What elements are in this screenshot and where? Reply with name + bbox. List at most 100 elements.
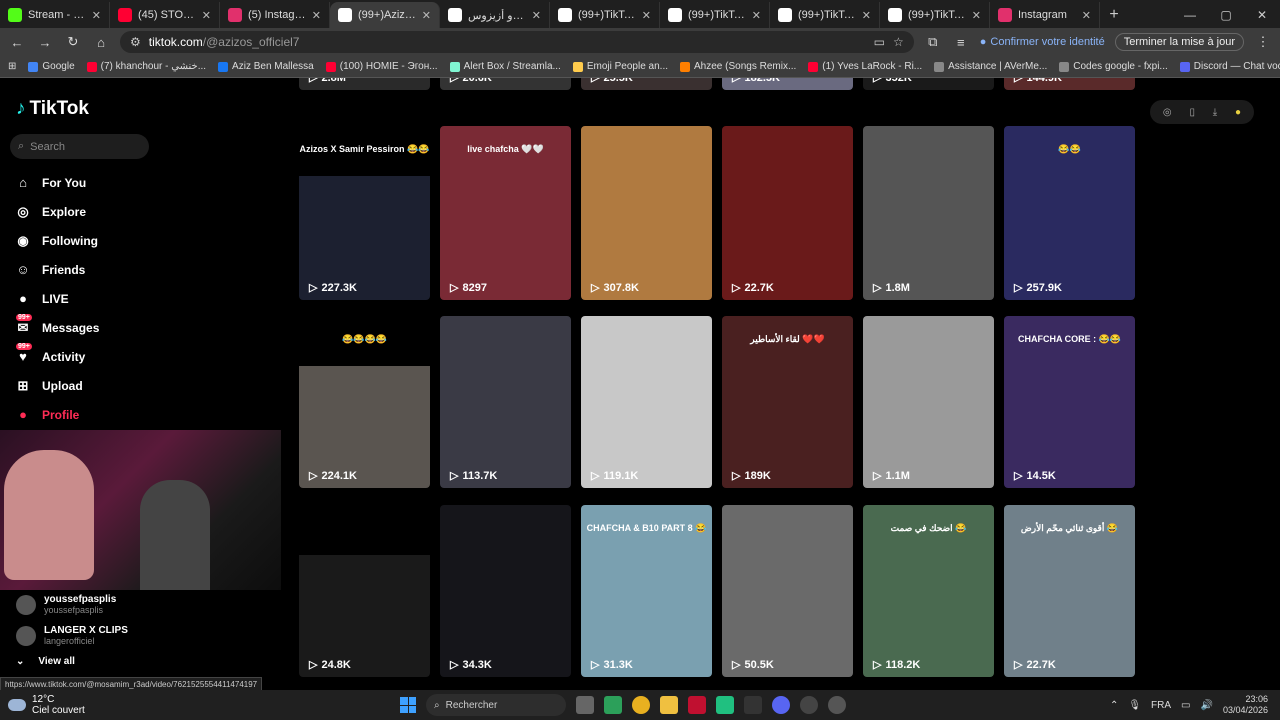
- video-card[interactable]: ▷352K: [863, 78, 994, 90]
- cast-icon[interactable]: ▭: [874, 35, 885, 49]
- sidebar-item-friends[interactable]: ☺ Friends: [14, 255, 99, 284]
- close-tab-icon[interactable]: ✕: [752, 9, 761, 22]
- sidebar-item-messages[interactable]: ✉ 99+ Messages: [14, 313, 99, 342]
- download-icon[interactable]: ⤓: [1213, 107, 1217, 118]
- video-card[interactable]: Kickcazixos_chafchaa▷25.5K: [581, 78, 712, 90]
- bookmark-item[interactable]: Ahzee (Songs Remix...: [680, 61, 796, 72]
- close-tab-icon[interactable]: ✕: [532, 9, 541, 22]
- obs-icon[interactable]: [800, 696, 818, 714]
- sidebar-item-following[interactable]: ◉ Following: [14, 226, 99, 255]
- close-tab-icon[interactable]: ✕: [972, 9, 981, 22]
- video-card[interactable]: ▷ 1.1M: [863, 316, 994, 488]
- forward-icon[interactable]: →: [36, 35, 54, 50]
- file-explorer-icon[interactable]: [660, 696, 678, 714]
- video-card[interactable]: 😂😂😂😂 ▷ 224.1K: [299, 316, 430, 488]
- media-player-icon[interactable]: [828, 696, 846, 714]
- clock[interactable]: 23:06 03/04/2026: [1223, 694, 1268, 716]
- bookmark-item[interactable]: Assistance | AVerMe...: [934, 61, 1047, 72]
- reload-icon[interactable]: ↻: [64, 34, 82, 50]
- video-card[interactable]: ▷ 119.1K: [581, 316, 712, 488]
- weather-widget[interactable]: 12°C Ciel couvert: [0, 694, 400, 716]
- bookmark-star-icon[interactable]: ☆: [893, 35, 904, 49]
- close-tab-icon[interactable]: ✕: [422, 9, 431, 22]
- close-window-icon[interactable]: ✕: [1244, 2, 1280, 28]
- video-card[interactable]: ▷144.9K: [1004, 78, 1135, 90]
- browser-tab[interactable]: (99+)TikTok - Ma... ✕: [660, 2, 770, 28]
- search-input[interactable]: ⌕ Search: [10, 134, 149, 159]
- video-card[interactable]: ▷ 24.8K: [299, 505, 430, 677]
- close-tab-icon[interactable]: ✕: [92, 9, 101, 22]
- browser-tab[interactable]: Instagram ✕: [990, 2, 1100, 28]
- video-card[interactable]: CHAFCHA CORE : 😂😂 ▷ 14.5K: [1004, 316, 1135, 488]
- sidebar-item-for-you[interactable]: ⌂ For You: [14, 168, 99, 197]
- tray-chevron-icon[interactable]: ⌃: [1110, 700, 1118, 711]
- bookmark-item[interactable]: Emoji People an...: [572, 61, 668, 72]
- video-card[interactable]: 😂😂 ▷ 257.9K: [1004, 126, 1135, 300]
- bookmark-item[interactable]: Alert Box / Streamla...: [449, 61, 561, 72]
- close-tab-icon[interactable]: ✕: [642, 9, 651, 22]
- video-card[interactable]: ▷ 34.3K: [440, 505, 571, 677]
- app-icon[interactable]: [716, 696, 734, 714]
- app-icon[interactable]: [604, 696, 622, 714]
- language-indicator[interactable]: FRA: [1151, 700, 1171, 711]
- view-all-button[interactable]: ⌄ View all: [16, 656, 128, 667]
- video-card[interactable]: Kickcazixos_chafchaa▷20.6K: [440, 78, 571, 90]
- site-info-icon[interactable]: ⚙: [130, 35, 141, 49]
- bookmark-item[interactable]: Google: [28, 61, 75, 72]
- video-card[interactable]: ▷2.8M: [299, 78, 430, 90]
- sidebar-item-live[interactable]: ● LIVE: [14, 284, 99, 313]
- back-icon[interactable]: ←: [8, 35, 26, 50]
- menu-icon[interactable]: ⋮: [1254, 34, 1272, 50]
- video-card[interactable]: ▷ 1.8M: [863, 126, 994, 300]
- home-button-icon[interactable]: ⌂: [92, 35, 110, 50]
- chrome-icon[interactable]: [632, 696, 650, 714]
- video-card[interactable]: ▷ 307.8K: [581, 126, 712, 300]
- bookmark-item[interactable]: (1) Yves LaRock - Ri...: [808, 61, 922, 72]
- sidebar-item-activity[interactable]: ♥ 99+ Activity: [14, 342, 99, 371]
- new-tab-icon[interactable]: +: [1100, 2, 1128, 28]
- following-account[interactable]: LANGER X CLIPS langerofficiel: [16, 625, 128, 646]
- video-card[interactable]: ▷ 22.7K: [722, 126, 853, 300]
- minimize-icon[interactable]: —: [1172, 2, 1208, 28]
- apps-grid-icon[interactable]: ⊞: [8, 61, 16, 72]
- bookmark-item[interactable]: Discord — Chat voc...: [1179, 61, 1280, 72]
- volume-icon[interactable]: 🔊: [1201, 700, 1213, 711]
- browser-tab[interactable]: (99+)TikTok - Ma... ✕: [550, 2, 660, 28]
- sidebar-item-upload[interactable]: ⊞ Upload: [14, 371, 99, 400]
- video-card[interactable]: Azizos X Samir Pessiron 😂😂 ▷ 227.3K: [299, 126, 430, 300]
- bookmark-item[interactable]: (7) khanchour - خنشي...: [86, 61, 206, 72]
- device-icon[interactable]: ▯: [1189, 107, 1195, 118]
- close-tab-icon[interactable]: ✕: [202, 9, 211, 22]
- video-card[interactable]: لقاء الأساطير ❤️❤️ ▷ 189K: [722, 316, 853, 488]
- bookmark-item[interactable]: (100) HOMIE - Эгон...: [325, 61, 438, 72]
- extensions-icon[interactable]: ⧉: [924, 34, 942, 50]
- user-avatar-icon[interactable]: ●: [1235, 107, 1241, 118]
- reading-list-icon[interactable]: ≡: [952, 35, 970, 50]
- network-icon[interactable]: ▭: [1181, 700, 1190, 711]
- video-card[interactable]: ▷ 50.5K: [722, 505, 853, 677]
- app-icon[interactable]: [744, 696, 762, 714]
- close-tab-icon[interactable]: ✕: [1082, 9, 1091, 22]
- adobe-icon[interactable]: [688, 696, 706, 714]
- sidebar-item-profile[interactable]: ● Profile: [14, 400, 99, 429]
- task-view-icon[interactable]: [576, 696, 594, 714]
- close-tab-icon[interactable]: ✕: [862, 9, 871, 22]
- settings-icon[interactable]: ◎: [1163, 107, 1172, 118]
- browser-tab[interactable]: (99+)TikTok - Ma... ✕: [880, 2, 990, 28]
- taskbar-search[interactable]: ⌕ Rechercher: [426, 694, 566, 716]
- following-account[interactable]: youssefpasplis youssefpasplis: [16, 594, 128, 615]
- discord-icon[interactable]: [772, 696, 790, 714]
- sidebar-item-explore[interactable]: ◎ Explore: [14, 197, 99, 226]
- address-bar[interactable]: ⚙ tiktok.com/@azizos_officiel7 ▭ ☆: [120, 31, 914, 53]
- video-card[interactable]: live chafcha 🤍🤍 ▷ 8297: [440, 126, 571, 300]
- maximize-icon[interactable]: ▢: [1208, 2, 1244, 28]
- browser-tab[interactable]: (99+)Azizos_offici... ✕: [330, 2, 440, 28]
- video-card[interactable]: ▷ 113.7K: [440, 316, 571, 488]
- tiktok-logo[interactable]: ♪ TikTok: [16, 98, 89, 120]
- browser-tab[interactable]: Stream - Kick Dash ✕: [0, 2, 110, 28]
- windows-start-icon[interactable]: [400, 697, 416, 713]
- video-card[interactable]: ▷182.5K: [722, 78, 853, 90]
- bookmark-item[interactable]: Codes google - fxpi...: [1059, 61, 1168, 72]
- browser-tab[interactable]: حمادة و أزيزوس ✕: [440, 2, 550, 28]
- browser-tab[interactable]: (5) Instagram ✕: [220, 2, 330, 28]
